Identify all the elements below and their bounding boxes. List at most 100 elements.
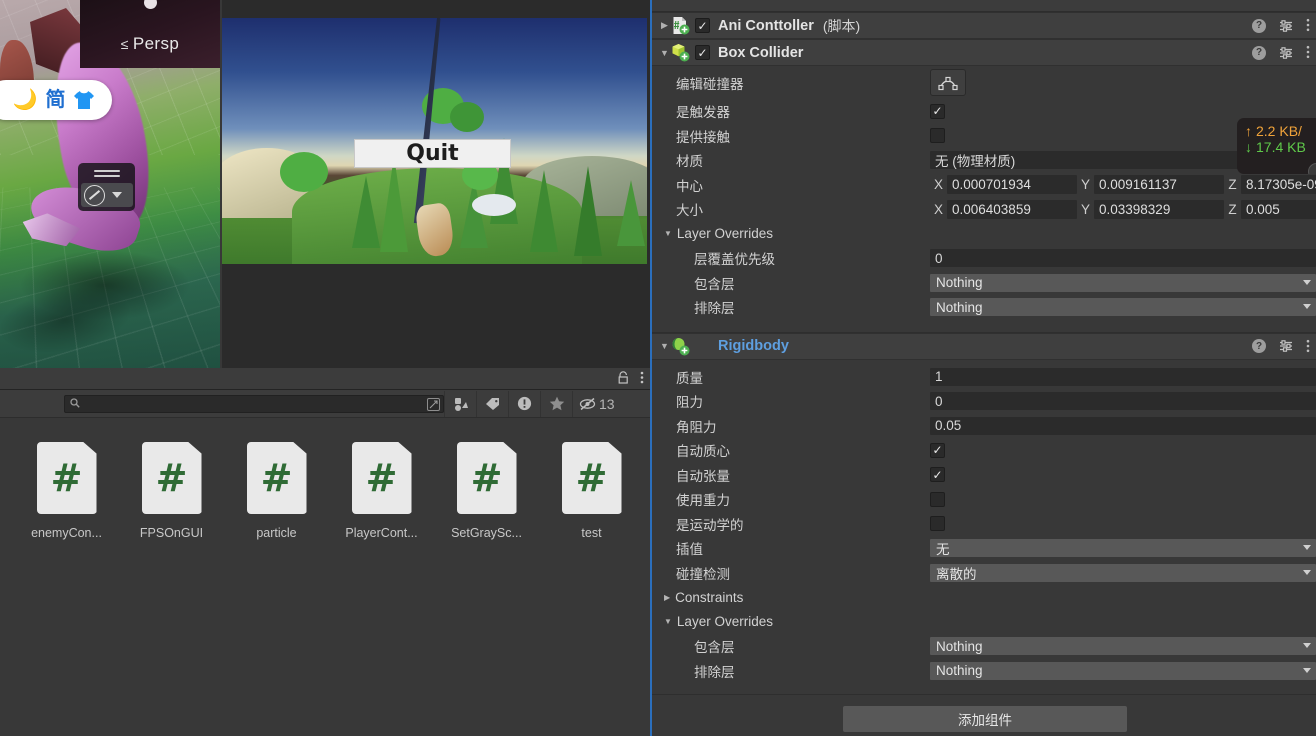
search-icon: [70, 397, 80, 410]
chevron-down-icon[interactable]: [111, 192, 122, 198]
scene-view[interactable]: ≤ Persp 🌙 简: [0, 0, 220, 368]
component-enabled-checkbox[interactable]: [695, 18, 710, 33]
type-filter-icon[interactable]: [444, 390, 476, 417]
csharp-script-icon[interactable]: #: [141, 442, 202, 514]
help-icon[interactable]: ?: [1252, 45, 1266, 60]
include-layers-dropdown[interactable]: Nothing: [930, 273, 1316, 292]
kebab-menu-icon[interactable]: [1306, 339, 1310, 353]
center-z-field[interactable]: 8.17305e-09: [1241, 175, 1316, 195]
exclude-layers-dropdown[interactable]: Nothing: [930, 298, 1316, 317]
favorite-filter-icon[interactable]: [540, 390, 572, 417]
help-icon[interactable]: ?: [1252, 339, 1266, 353]
hidden-items-toggle[interactable]: 13: [572, 390, 621, 417]
lock-icon[interactable]: [618, 371, 629, 386]
upload-speed-line: ↑ 2.2 KB/: [1245, 123, 1316, 139]
include-layers-label: 包含层: [694, 640, 735, 656]
inspector-top-strip: [652, 0, 1316, 12]
foldout-collapsed-icon[interactable]: ▶: [658, 20, 671, 31]
foldout-expanded-icon[interactable]: ▼: [658, 48, 671, 58]
center-x-field[interactable]: 0.000701934: [947, 175, 1077, 195]
row-constraints-header[interactable]: ▶ Constraints: [652, 585, 1316, 610]
asset-item[interactable]: # FPSOnGUI: [119, 442, 224, 540]
size-z-field[interactable]: 0.005: [1241, 199, 1316, 219]
use-gravity-checkbox[interactable]: [930, 491, 945, 507]
search-input[interactable]: [84, 397, 414, 410]
layer-overrides-section[interactable]: ▼ Layer Overrides: [652, 226, 930, 241]
constraints-section[interactable]: ▶ Constraints: [652, 590, 930, 605]
add-component-button[interactable]: 添加组件: [843, 706, 1127, 732]
overlay-drag-handle[interactable]: [93, 167, 120, 180]
row-rb-layer-overrides-header[interactable]: ▼ Layer Overrides: [652, 610, 1316, 635]
exclude-layers-dropdown[interactable]: Nothing: [930, 661, 1316, 680]
scene-camera-persp-overlay[interactable]: ≤ Persp: [80, 0, 220, 68]
component-header-ani-conttoller[interactable]: ▶ Ani Conttoller (脚本) ?: [652, 12, 1316, 39]
include-layers-dropdown[interactable]: Nothing: [930, 637, 1316, 656]
edit-collider-button[interactable]: [930, 69, 966, 96]
label-filter-icon[interactable]: [476, 390, 508, 417]
collision-detection-dropdown[interactable]: 离散的: [930, 563, 1316, 582]
foldout-expanded-icon[interactable]: ▼: [664, 617, 672, 626]
assets-grid[interactable]: # enemyCon... # FPSOnGUI # particle # Pl…: [0, 418, 650, 736]
provides-contacts-checkbox[interactable]: [930, 128, 945, 144]
size-y-field[interactable]: 0.03398329: [1094, 199, 1224, 219]
asset-item[interactable]: # SetGraySc...: [434, 442, 539, 540]
game-view[interactable]: Quit: [222, 18, 647, 264]
foldout-expanded-icon[interactable]: ▼: [658, 341, 671, 351]
overlay-badge-icon[interactable]: [1308, 163, 1316, 174]
csharp-script-icon[interactable]: #: [246, 442, 307, 514]
csharp-script-icon[interactable]: #: [561, 442, 622, 514]
size-x-field[interactable]: 0.006403859: [947, 199, 1077, 219]
expand-search-icon[interactable]: [427, 397, 440, 411]
preset-icon[interactable]: [1279, 339, 1293, 353]
row-center: 中心 X 0.000701934 Y 0.009161137 Z 8.17305…: [652, 173, 1316, 198]
is-kinematic-checkbox[interactable]: [930, 516, 945, 532]
kebab-menu-icon[interactable]: [1306, 18, 1310, 32]
center-y-field[interactable]: 0.009161137: [1094, 175, 1224, 195]
chevron-down-icon: [1303, 569, 1311, 575]
search-field-wrapper[interactable]: [64, 394, 444, 413]
csharp-script-icon[interactable]: #: [36, 442, 97, 514]
drag-field[interactable]: 0: [930, 392, 1316, 411]
asset-item[interactable]: # PlayerCont...: [329, 442, 434, 540]
chinese-mode-label[interactable]: 简: [45, 90, 65, 110]
preset-icon[interactable]: [1279, 46, 1293, 60]
angular-drag-field[interactable]: 0.05: [930, 416, 1316, 435]
asset-item[interactable]: # test: [539, 442, 644, 540]
moon-icon[interactable]: 🌙: [13, 90, 38, 110]
kebab-menu-icon[interactable]: [640, 371, 644, 386]
warning-filter-icon[interactable]: [508, 390, 540, 417]
compass-icon[interactable]: [83, 184, 105, 206]
mass-field[interactable]: 1: [930, 367, 1316, 386]
layer-priority-field[interactable]: 0: [930, 249, 1316, 268]
scene-tool-overlay[interactable]: [78, 163, 135, 211]
component-header-box-collider[interactable]: ▼ Box Collider ?: [652, 39, 1316, 66]
asset-item[interactable]: # particle: [224, 442, 329, 540]
auto-center-of-mass-checkbox[interactable]: [930, 442, 945, 458]
row-layer-overrides-header[interactable]: ▼ Layer Overrides: [652, 222, 1316, 247]
network-speed-overlay[interactable]: ↑ 2.2 KB/ ↓ 17.4 KB: [1237, 118, 1316, 174]
row-auto-tensor: 自动张量: [652, 463, 1316, 488]
shirt-icon[interactable]: [73, 90, 95, 110]
auto-tensor-checkbox[interactable]: [930, 467, 945, 483]
asset-item[interactable]: # enemyCon...: [14, 442, 119, 540]
foldout-collapsed-icon[interactable]: ▶: [664, 593, 670, 602]
row-mass: 质量 1: [652, 365, 1316, 390]
interpolate-dropdown[interactable]: 无: [930, 539, 1316, 558]
help-icon[interactable]: ?: [1252, 18, 1266, 33]
asset-label: SetGraySc...: [451, 526, 522, 540]
preset-icon[interactable]: [1279, 19, 1293, 33]
quit-button[interactable]: Quit: [354, 139, 511, 168]
ime-language-pill[interactable]: 🌙 简: [0, 80, 112, 120]
camera-mode-control[interactable]: [80, 183, 133, 207]
axis-y-label: Y: [1080, 201, 1090, 217]
csharp-script-icon[interactable]: #: [456, 442, 517, 514]
component-header-rigidbody[interactable]: ▼ Rigidbody ?: [652, 332, 1316, 360]
kebab-menu-icon[interactable]: [1306, 45, 1310, 59]
csharp-script-icon[interactable]: #: [351, 442, 412, 514]
download-arrow-icon: ↓: [1245, 139, 1252, 155]
is-trigger-checkbox[interactable]: [930, 103, 945, 119]
component-enabled-checkbox[interactable]: [695, 45, 710, 60]
layer-overrides-section[interactable]: ▼ Layer Overrides: [652, 614, 930, 629]
foldout-expanded-icon[interactable]: ▼: [664, 229, 672, 238]
